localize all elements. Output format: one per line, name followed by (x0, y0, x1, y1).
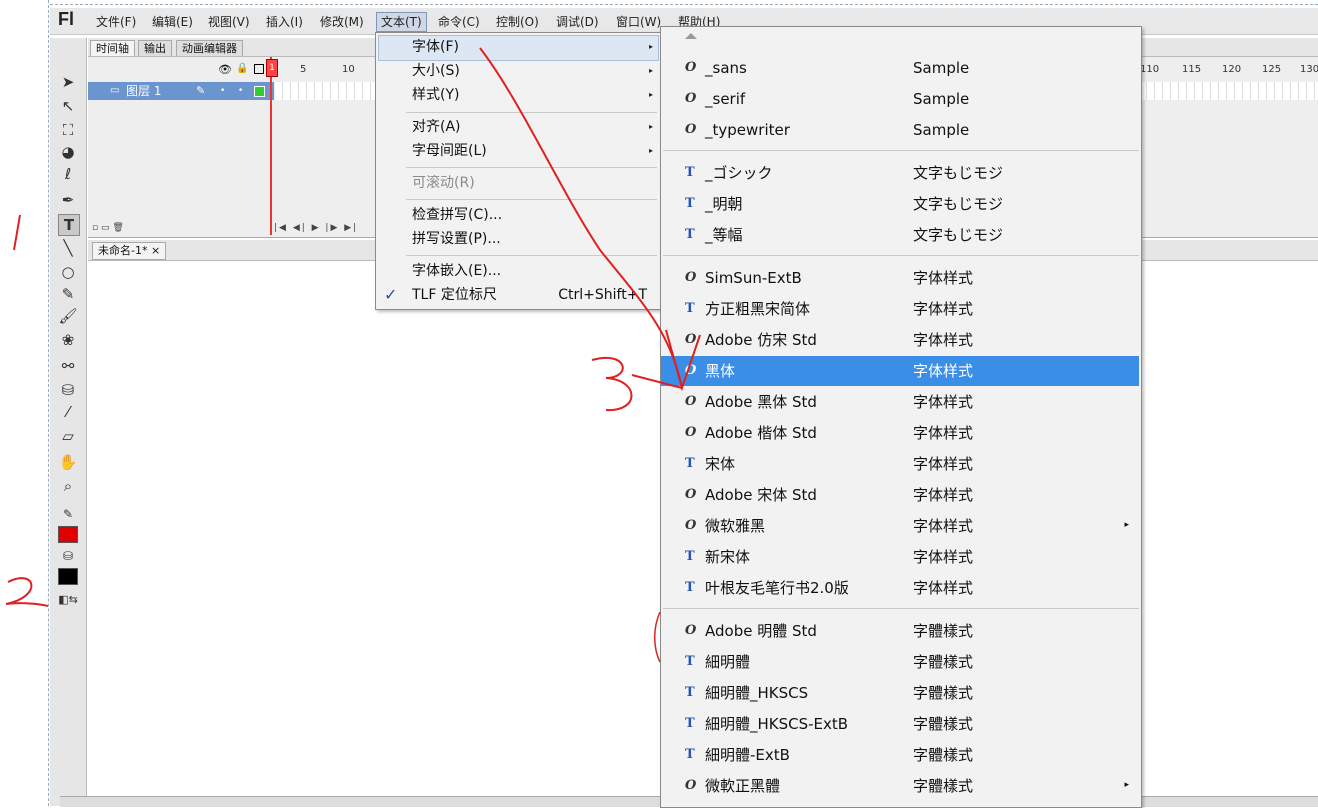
annotation-arrowhead (665, 329, 701, 392)
annotation-layer (5, 47, 701, 663)
annotation-mark-1 (13, 214, 21, 251)
annotation-arrow-3 (631, 374, 683, 389)
annotation-mark-3 (591, 357, 633, 412)
annotation-stroke (654, 611, 661, 663)
annotation-arrow (479, 47, 683, 389)
annotation-mark-2 (5, 577, 49, 607)
